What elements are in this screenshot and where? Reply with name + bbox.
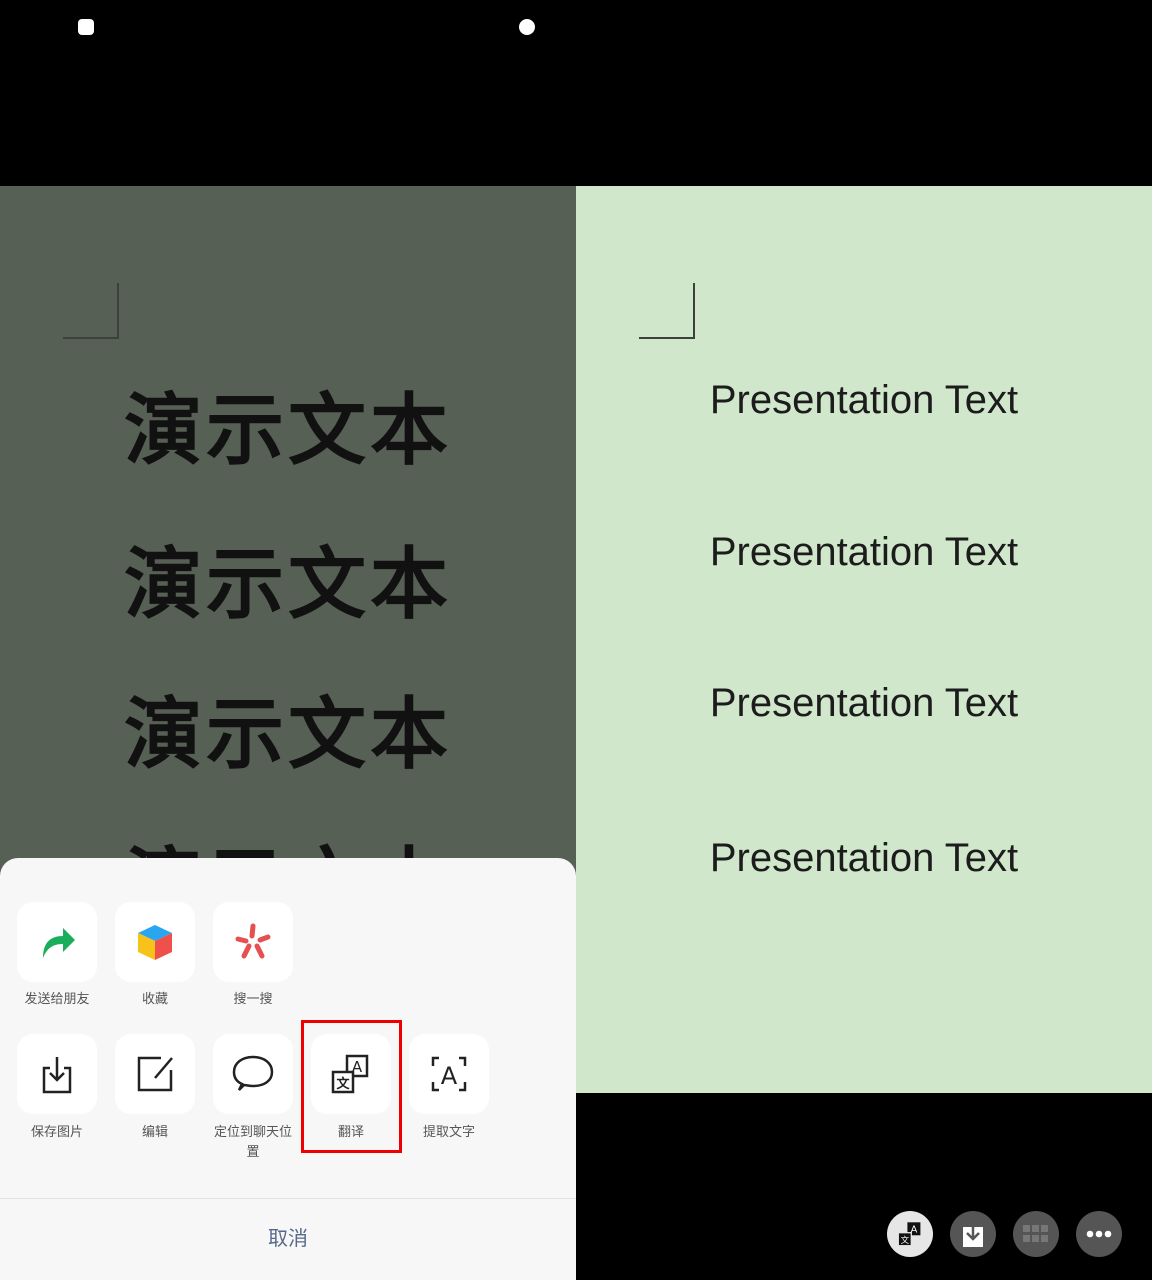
- download-button[interactable]: [950, 1211, 996, 1257]
- save-image-button[interactable]: [17, 1034, 97, 1114]
- extract-text-icon: A: [431, 1056, 467, 1092]
- translate-toggle-button[interactable]: A文: [887, 1211, 933, 1257]
- translated-line: Presentation Text: [709, 836, 1019, 880]
- search-button[interactable]: [213, 902, 293, 982]
- send-to-friend-button[interactable]: [17, 902, 97, 982]
- highlight-box: [301, 1020, 402, 1153]
- search-label: 搜一搜: [233, 992, 273, 1007]
- divider: [0, 1198, 576, 1199]
- extract-text-label: 提取文字: [422, 1125, 475, 1140]
- edit-icon: [137, 1056, 173, 1092]
- extract-text-button[interactable]: A: [409, 1034, 489, 1114]
- edit-button[interactable]: [115, 1034, 195, 1114]
- download-icon: [963, 1221, 983, 1247]
- search-star-icon: [235, 923, 271, 959]
- save-image-icon: [42, 1057, 72, 1094]
- translated-line: Presentation Text: [709, 378, 1019, 422]
- grid-icon: [1023, 1225, 1048, 1242]
- status-hand-icon: [519, 19, 535, 35]
- source-line: 演示文本: [123, 386, 452, 476]
- chat-bubble-icon: [232, 1055, 274, 1091]
- more-button[interactable]: [1076, 1211, 1122, 1257]
- locate-in-chat-button[interactable]: [213, 1034, 293, 1114]
- source-line: 演示文本: [123, 690, 452, 780]
- edit-label: 编辑: [141, 1125, 168, 1140]
- locate-in-chat-label: 定位到聊天位置: [213, 1125, 292, 1160]
- svg-text:文: 文: [901, 1235, 910, 1245]
- share-arrow-icon: [43, 928, 75, 958]
- cancel-button[interactable]: 取消: [0, 1222, 576, 1251]
- favorite-label: 收藏: [141, 992, 168, 1007]
- svg-text:A: A: [441, 1062, 458, 1090]
- status-app-icon: [78, 19, 94, 35]
- more-icon: [1086, 1230, 1112, 1238]
- crop-corner: [639, 283, 695, 339]
- send-to-friend-label: 发送给朋友: [24, 992, 90, 1007]
- crop-corner: [63, 283, 119, 339]
- source-line: 演示文本: [123, 540, 452, 630]
- translated-line: Presentation Text: [709, 530, 1019, 574]
- grid-button[interactable]: [1013, 1211, 1059, 1257]
- favorite-button[interactable]: [115, 902, 195, 982]
- favorite-cube-icon: [138, 925, 172, 960]
- save-image-label: 保存图片: [30, 1125, 83, 1140]
- translated-line: Presentation Text: [709, 681, 1019, 725]
- translate-icon: A文: [897, 1222, 921, 1247]
